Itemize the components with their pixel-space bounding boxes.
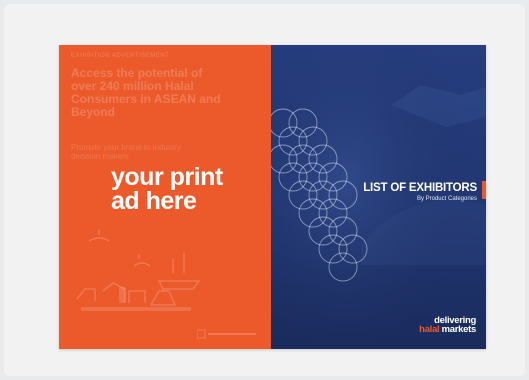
preview-card: exhibition advertisement Access the pote… xyxy=(4,4,525,376)
faint-subtext: Promote your brand to industry decision … xyxy=(71,143,181,161)
ad-headline-line1: your print xyxy=(111,163,223,191)
faint-kicker: exhibition advertisement xyxy=(71,53,170,59)
faint-skyline-graphic xyxy=(76,229,201,311)
cover-subtitle: By Product Categories xyxy=(416,196,477,202)
faint-logo xyxy=(197,329,256,339)
cover-title: LIST OF EXHIBITORS xyxy=(363,182,477,194)
brochure-spread: exhibition advertisement Access the pote… xyxy=(59,45,486,349)
ad-headline-line2: ad here xyxy=(111,187,197,215)
left-page-ad: exhibition advertisement Access the pote… xyxy=(59,45,271,349)
brand-accent-word: halal xyxy=(419,324,440,335)
faint-headline: Access the potential of over 240 million… xyxy=(71,66,221,119)
brand-rest-word: markets xyxy=(441,324,477,335)
orange-accent-tab xyxy=(482,181,486,199)
right-page-cover: LIST OF EXHIBITORS By Product Categories… xyxy=(271,45,486,349)
brand-logo: delivering halal markets xyxy=(419,316,477,335)
ad-headline: your print ad here xyxy=(111,163,261,215)
